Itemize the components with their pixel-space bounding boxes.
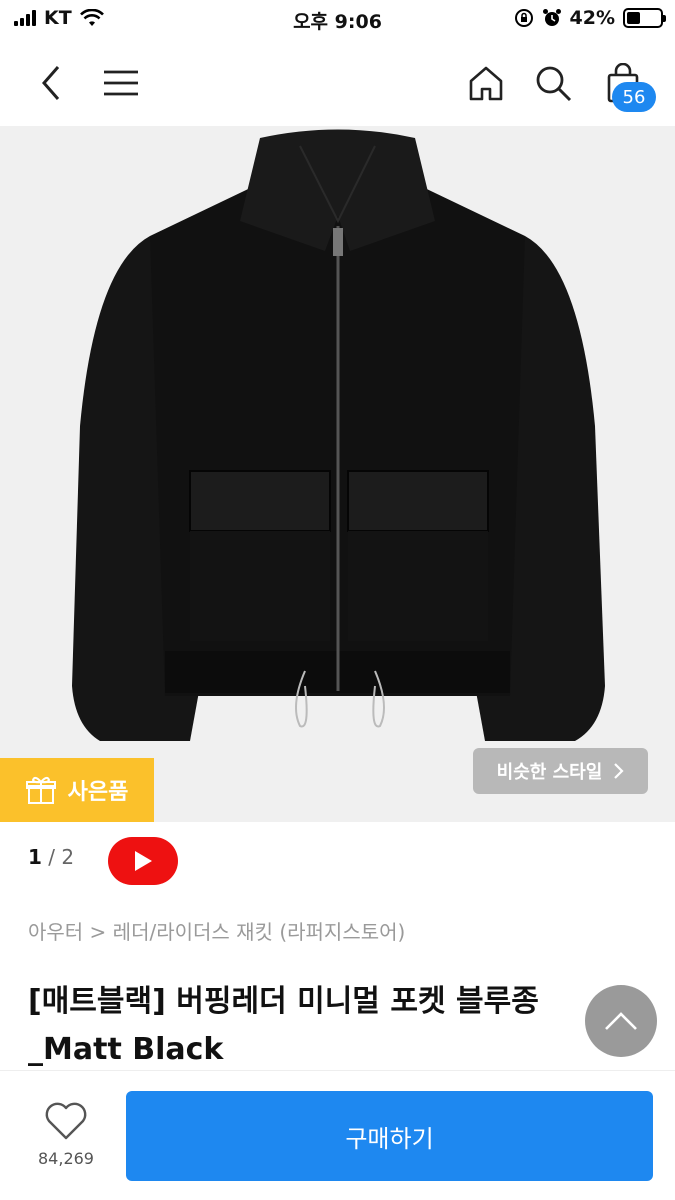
breadcrumb[interactable]: 아우터 > 레더/라이더스 재킷 (라퍼지스토어)	[28, 916, 405, 945]
search-button[interactable]	[528, 58, 578, 108]
rotation-lock-icon	[514, 9, 533, 27]
pager-total: 2	[61, 845, 75, 869]
buy-button[interactable]: 구매하기	[126, 1091, 653, 1181]
home-icon	[469, 66, 503, 101]
youtube-button[interactable]	[108, 837, 178, 885]
similar-style-button[interactable]: 비슷한 스타일	[473, 748, 648, 794]
image-pager: 1 / 2	[28, 845, 74, 869]
back-button[interactable]	[26, 58, 76, 108]
home-button[interactable]	[461, 58, 511, 108]
like-count: 84,269	[38, 1149, 94, 1168]
pager-separator: /	[48, 845, 56, 869]
play-icon	[135, 851, 152, 871]
battery-percent: 42%	[569, 7, 615, 29]
pager-current: 1	[28, 845, 42, 869]
status-right: 42%	[514, 7, 666, 29]
status-bar: KT 오후 9:06 42%	[0, 0, 675, 38]
cart-count-badge: 56	[612, 82, 656, 112]
bottom-action-bar: 84,269 구매하기	[0, 1070, 675, 1200]
hamburger-menu-icon	[104, 70, 138, 96]
like-button[interactable]: 84,269	[30, 1101, 102, 1168]
similar-style-label: 비슷한 스타일	[496, 762, 603, 783]
chevron-up-icon	[605, 1012, 637, 1030]
alarm-icon	[542, 9, 561, 26]
top-nav	[0, 38, 675, 126]
chevron-right-icon	[614, 763, 624, 779]
heart-icon	[45, 1102, 87, 1140]
gift-badge[interactable]: 사은품	[0, 758, 154, 822]
jacket-photo	[72, 129, 605, 741]
battery-icon	[623, 8, 666, 28]
menu-button[interactable]	[96, 58, 146, 108]
scroll-to-top-button[interactable]	[585, 985, 657, 1057]
chevron-left-icon	[42, 66, 60, 100]
product-title: [매트블랙] 버핑레더 미니멀 포켓 블루종_Matt Black	[28, 984, 539, 1067]
battery-fill	[627, 12, 641, 24]
gift-label: 사은품	[67, 780, 129, 805]
search-icon	[536, 66, 572, 102]
gift-icon	[25, 776, 56, 804]
product-image[interactable]	[0, 126, 675, 822]
